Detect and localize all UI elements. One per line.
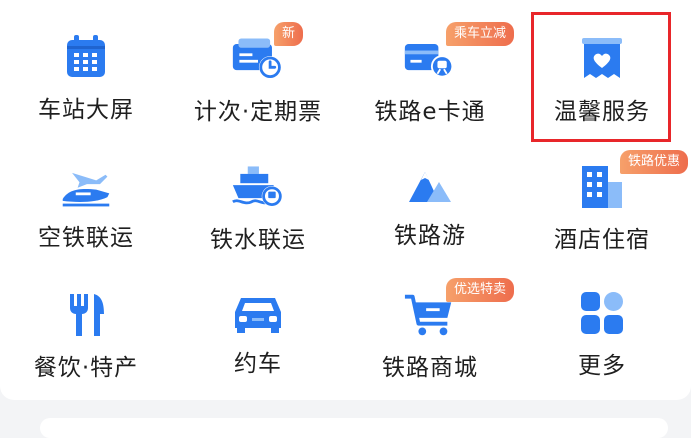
rail-discount-badge: 铁路优惠 [620, 150, 689, 174]
grid-item-label: 铁水联运 [210, 227, 306, 253]
grid-item-air-rail[interactable]: 空铁联运 [0, 128, 172, 251]
new-badge: 新 [274, 22, 304, 46]
grid-item-label: 更多 [578, 353, 626, 379]
grid-item-label: 铁路游 [394, 223, 466, 249]
grid-item-label: 酒店住宿 [554, 227, 650, 253]
grid-item-hotel[interactable]: 酒店住宿 铁路优惠 [516, 128, 689, 253]
featured-sale-badge: 优选特卖 [446, 278, 515, 302]
discount-badge: 乘车立减 [446, 22, 515, 46]
grid-item-label: 计次·定期票 [193, 99, 323, 125]
plane-train-icon [59, 162, 113, 208]
services-card: 车站大屏 计次·定期票 新 铁路e卡通 乘车立减 温馨服务 空铁联运 铁水联运 … [0, 0, 691, 400]
calendar-screen-icon [59, 34, 113, 80]
grid-item-rail-water[interactable]: 铁水联运 [172, 128, 344, 253]
grid-item-label: 空铁联运 [38, 225, 134, 251]
mountain-travel-icon [403, 162, 457, 206]
grid-item-label: 约车 [234, 351, 282, 377]
grid-item-rail-travel[interactable]: 铁路游 [344, 128, 516, 249]
grid-item-label: 车站大屏 [38, 97, 134, 123]
grid-item-label: 餐饮·特产 [33, 355, 139, 381]
grid-item-label: 铁路e卡通 [374, 99, 486, 125]
grid-item-period-ticket[interactable]: 计次·定期票 新 [172, 0, 344, 125]
grid-item-label: 铁路商城 [382, 355, 478, 381]
ship-rail-icon [231, 162, 285, 210]
grid-item-food[interactable]: 餐饮·特产 [0, 256, 172, 381]
grid-item-ride-hailing[interactable]: 约车 [172, 256, 344, 377]
grid-item-rail-mall[interactable]: 铁路商城 优选特卖 [344, 256, 516, 381]
car-icon [231, 290, 285, 334]
grid-item-station-screen[interactable]: 车站大屏 [0, 0, 172, 123]
highlight-box [531, 12, 671, 142]
fork-knife-icon [59, 290, 113, 338]
grid-item-more[interactable]: 更多 [516, 256, 688, 379]
more-grid-icon [575, 290, 629, 336]
grid-item-railcard[interactable]: 铁路e卡通 乘车立减 [344, 0, 516, 125]
next-card-edge [40, 418, 668, 438]
